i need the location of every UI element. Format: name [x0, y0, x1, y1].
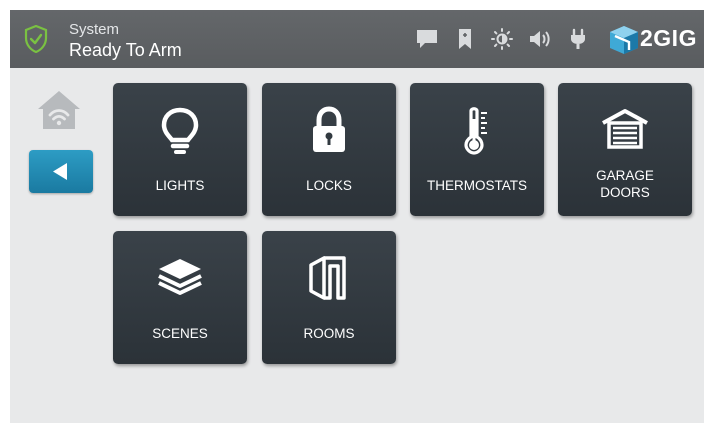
shield-check-icon — [24, 25, 48, 53]
thermometer-icon — [464, 107, 487, 155]
back-button[interactable] — [29, 150, 93, 193]
brightness-icon[interactable] — [490, 28, 514, 50]
tile-label: LIGHTS — [155, 178, 205, 193]
tile-locks[interactable]: LOCKS — [262, 83, 396, 216]
padlock-icon — [313, 106, 345, 152]
power-plug-icon[interactable] — [568, 28, 588, 50]
2gig-logo-icon — [610, 26, 638, 54]
home-wifi-icon[interactable] — [36, 89, 82, 131]
tile-label: ROOMS — [303, 326, 355, 341]
status-bar: System Ready To Arm 2GIG — [10, 10, 704, 68]
bookmark-icon[interactable] — [457, 28, 473, 50]
tile-label: LOCKS — [306, 178, 352, 193]
back-arrow-icon — [53, 163, 67, 180]
smart-home-screen: System Ready To Arm 2GIG LIGHTS LOCKS TH… — [10, 10, 704, 423]
chat-icon[interactable] — [415, 28, 439, 50]
tile-label: SCENES — [152, 326, 208, 341]
status-title: System — [69, 21, 120, 38]
tile-label: THERMOSTATS — [427, 178, 527, 193]
tile-garage-doors[interactable]: GARAGE DOORS — [558, 83, 692, 216]
garage-icon — [602, 109, 648, 149]
lightbulb-icon — [161, 107, 199, 154]
tile-thermostats[interactable]: THERMOSTATS — [410, 83, 544, 216]
rooms-icon — [309, 256, 346, 300]
layers-icon — [158, 259, 202, 295]
volume-icon[interactable] — [528, 28, 552, 50]
tile-lights[interactable]: LIGHTS — [113, 83, 247, 216]
status-value: Ready To Arm — [69, 40, 182, 60]
tile-rooms[interactable]: ROOMS — [262, 231, 396, 364]
tile-scenes[interactable]: SCENES — [113, 231, 247, 364]
brand-name: 2GIG — [640, 25, 697, 51]
tile-label: GARAGE DOORS — [596, 168, 654, 200]
